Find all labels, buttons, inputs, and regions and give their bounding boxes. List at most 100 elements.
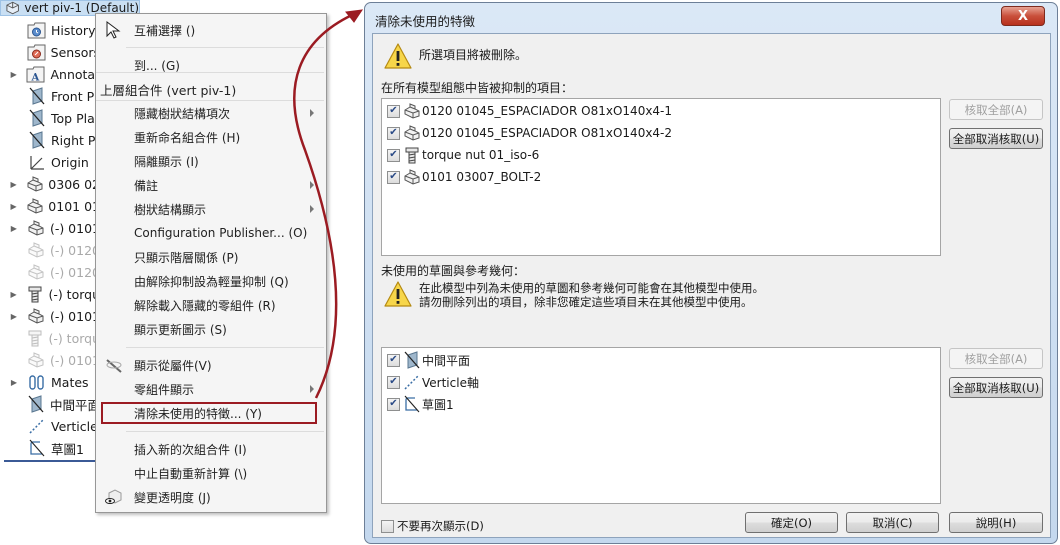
checkbox[interactable] [381, 519, 394, 533]
plane-icon [27, 109, 47, 127]
tree-item[interactable]: ▶ (-) 0101 [0, 305, 100, 327]
menu-item[interactable]: 只顯示階層關係 (P) [96, 246, 326, 268]
menu-item-label: 插入新的次組合件 (I) [134, 442, 247, 457]
expand-arrow-icon[interactable]: ▶ [9, 224, 19, 233]
part-icon [27, 307, 46, 325]
list-item[interactable]: ✔ torque nut 01_iso-6 [387, 145, 539, 165]
checkbox[interactable]: ✔ [387, 170, 400, 184]
expand-arrow-icon[interactable]: ▶ [9, 378, 19, 387]
menu-item[interactable]: 零組件顯示 [96, 378, 326, 400]
list-item[interactable]: ✔ Verticle軸 [387, 372, 479, 392]
tree-item[interactable]: ▶ 0306 02 [0, 173, 100, 195]
expand-arrow-icon[interactable]: ▶ [9, 180, 18, 189]
plane-icon [27, 395, 46, 413]
menu-item[interactable]: 顯示更新圖示 (S) [96, 318, 326, 340]
menu-item[interactable]: 重新命名組合件 (H) [96, 126, 326, 148]
list-item[interactable]: ✔ 0120 01045_ESPACIADOR O81xO140x4-1 [387, 101, 672, 121]
menu-item-label: 樹狀結構顯示 [134, 202, 207, 217]
menu-item[interactable]: 樹狀結構顯示 [96, 198, 326, 220]
menu-item[interactable]: 隔離顯示 (I) [96, 150, 326, 172]
checkbox[interactable]: ✔ [387, 148, 400, 162]
checkbox[interactable]: ✔ [387, 397, 400, 411]
menu-item[interactable]: 隱藏樹狀結構項次 [96, 102, 326, 124]
tree-item-label: Top Pla [51, 110, 95, 126]
tree-item[interactable]: ▶ A Annotat [0, 63, 100, 85]
menu-item[interactable]: 清除未使用的特徵... (Y) [101, 402, 317, 424]
bolt-icon [26, 329, 44, 347]
submenu-arrow-icon [310, 181, 314, 189]
tree-item[interactable]: 中間平面 [0, 393, 100, 415]
menu-item[interactable]: 由解除抑制設為輕量抑制 (Q) [96, 270, 326, 292]
menu-item[interactable]: 備註 [96, 174, 326, 196]
menu-item[interactable]: 顯示從屬件(V) [96, 354, 326, 376]
checkbox[interactable]: ✔ [387, 126, 400, 140]
tree-item-label: Annotat [50, 66, 100, 82]
tree-item[interactable]: (-) 0101 [0, 349, 100, 371]
section1-label: 在所有模型組態中皆被抑制的項目： [381, 81, 574, 95]
tree-item[interactable]: Top Pla [0, 107, 100, 129]
menu-item[interactable]: 解除載入隱藏的零組件 (R) [96, 294, 326, 316]
check-all-button-2[interactable]: 核取全部(A) [949, 348, 1043, 369]
tree-item[interactable]: Right Pl [0, 129, 100, 151]
checkbox[interactable]: ✔ [387, 104, 400, 118]
menu-item[interactable]: Configuration Publisher... (O) [96, 222, 326, 244]
menu-item-label: 解除載入隱藏的零組件 (R) [134, 298, 276, 313]
uncheck-all-button-1[interactable]: 全部取消核取(U) [949, 128, 1043, 149]
tree-item[interactable]: ▶ (-) 0101 [0, 217, 100, 239]
unused-sketches-list[interactable]: ✔ 中間平面 ✔ Verticle軸 ✔ 草圖1 [381, 347, 941, 504]
list-item[interactable]: ✔ 草圖1 [387, 394, 454, 414]
list-item-label: 0120 01045_ESPACIADOR O81xO140x4-1 [422, 104, 673, 118]
part-icon [27, 241, 46, 259]
submenu-arrow-icon [310, 205, 314, 213]
close-button[interactable]: X [1001, 6, 1045, 26]
tree-item[interactable]: ▶ (-) torqu [0, 283, 100, 305]
expand-arrow-icon[interactable]: ▶ [9, 70, 18, 79]
check-all-button-1[interactable]: 核取全部(A) [949, 99, 1043, 120]
tree-item[interactable]: Origin [0, 151, 100, 173]
tree-item[interactable]: Front Pl [0, 85, 100, 107]
tree-item[interactable]: (-) torqu [0, 327, 100, 349]
tree-item[interactable]: Sensors [0, 41, 100, 63]
menu-item: 上層組合件 (vert piv-1) [96, 78, 326, 100]
help-button[interactable]: 說明(H) [949, 512, 1043, 533]
part-icon [26, 197, 44, 215]
tree-item[interactable]: ▶ Mates [0, 371, 100, 393]
menu-item-label: 中止自動重新計算 (\) [134, 466, 248, 481]
suppressed-items-list[interactable]: ✔ 0120 01045_ESPACIADOR O81xO140x4-1 ✔ 0120… [381, 98, 941, 256]
menu-item[interactable]: 插入新的次組合件 (I) [96, 438, 326, 460]
cancel-button[interactable]: 取消(C) [846, 512, 939, 533]
menu-item-label: Configuration Publisher... (O) [134, 226, 308, 240]
ok-button[interactable]: 確定(O) [745, 512, 838, 533]
checkbox[interactable]: ✔ [387, 375, 400, 389]
tree-item[interactable]: (-) 0120 [0, 261, 100, 283]
list-item[interactable]: ✔ 中間平面 [387, 350, 470, 370]
tree-item[interactable]: History [0, 19, 100, 41]
dont-show-again-checkbox[interactable]: 不要再次顯示(D) [381, 518, 484, 534]
list-item[interactable]: ✔ 0120 01045_ESPACIADOR O81xO140x4-2 [387, 123, 672, 143]
tree-item-label: Sensors [50, 44, 100, 60]
tree-item-label: (-) 0101 [49, 352, 100, 368]
menu-item-label: 上層組合件 (vert piv-1) [100, 82, 237, 98]
menu-item-label: 隱藏樹狀結構項次 [134, 106, 231, 121]
sensors-folder-icon [27, 43, 47, 61]
menu-item[interactable]: 變更透明度 (J) [96, 486, 326, 508]
expand-arrow-icon[interactable]: ▶ [9, 202, 18, 211]
expand-arrow-icon[interactable]: ▶ [9, 312, 19, 321]
menu-item[interactable]: 到... (G) [96, 54, 326, 76]
list-item[interactable]: ✔ 0101 03007_BOLT-2 [387, 167, 541, 187]
menu-item-label: 只顯示階層關係 (P) [134, 250, 239, 265]
warning-line-2: 請勿刪除列出的項目，除非您確定這些項目未在其他模型中使用。 [419, 295, 753, 309]
checkbox[interactable]: ✔ [387, 353, 400, 367]
menu-separator [126, 47, 324, 48]
tree-item[interactable]: 草圖1 [0, 437, 100, 459]
tree-item[interactable]: Verticle [0, 415, 100, 437]
expand-arrow-icon[interactable]: ▶ [9, 290, 18, 299]
menu-item[interactable]: 互補選擇 () [96, 19, 326, 41]
warning-icon [384, 43, 412, 69]
menu-item-label: 由解除抑制設為輕量抑制 (Q) [134, 274, 289, 289]
menu-item-label: 隔離顯示 (I) [134, 154, 199, 169]
tree-item[interactable]: ▶ 0101 01 [0, 195, 100, 217]
uncheck-all-button-2[interactable]: 全部取消核取(U) [949, 377, 1043, 398]
menu-item[interactable]: 中止自動重新計算 (\) [96, 462, 326, 484]
tree-item[interactable]: (-) 0120 [0, 239, 100, 261]
